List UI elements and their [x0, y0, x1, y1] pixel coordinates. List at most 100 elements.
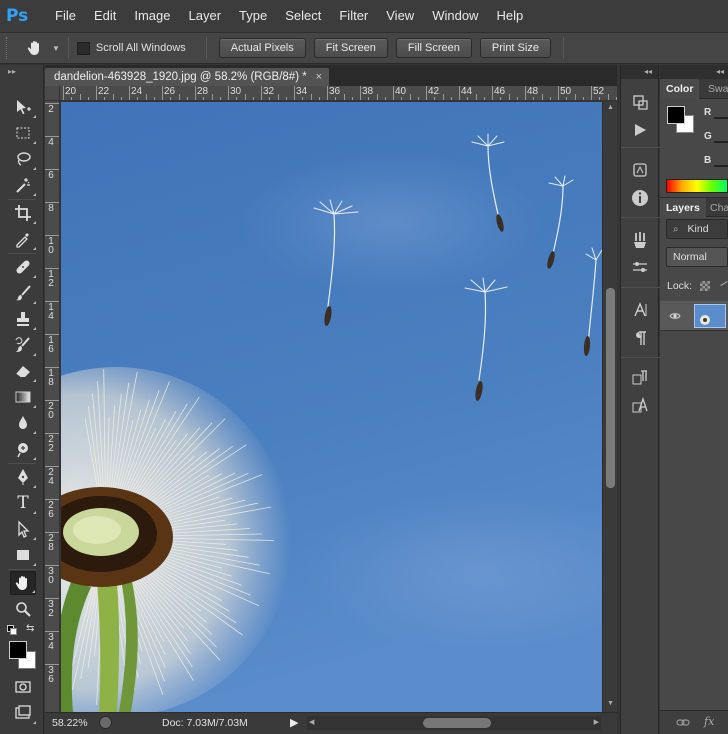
fit-screen-button[interactable]: Fit Screen: [313, 38, 388, 58]
scroll-up-icon[interactable]: ▲: [607, 104, 614, 111]
ruler-label: 4: [48, 137, 54, 148]
search-icon: ⌕: [673, 224, 679, 235]
ruler-tick: [492, 86, 493, 100]
scroll-down-icon[interactable]: ▼: [607, 700, 614, 707]
horizontal-scrollbar[interactable]: ◀ ▶: [307, 716, 601, 730]
ruler-minor-tick: [87, 97, 89, 100]
crop-tool[interactable]: [10, 201, 36, 225]
link-icon[interactable]: [676, 717, 690, 729]
ruler-minor-tick: [343, 94, 345, 100]
menu-file[interactable]: File: [46, 0, 85, 32]
character-panel-button[interactable]: [629, 299, 651, 321]
ruler-label: 36: [48, 665, 54, 685]
blur-tool[interactable]: [10, 411, 36, 435]
adjustments-icon: [633, 163, 647, 177]
menu-select[interactable]: Select: [276, 0, 330, 32]
red-slider[interactable]: [714, 117, 728, 119]
tool-preset-picker[interactable]: [24, 37, 46, 59]
tab-color[interactable]: Color: [660, 79, 700, 99]
quick-mask-button[interactable]: [10, 675, 36, 699]
options-bar-grip[interactable]: [6, 37, 10, 59]
shape-tool[interactable]: [10, 543, 36, 567]
scroll-left-icon[interactable]: ◀: [309, 718, 314, 726]
hand-tool[interactable]: [10, 571, 36, 595]
eraser-tool[interactable]: [10, 359, 36, 383]
pen-tool[interactable]: [10, 465, 36, 489]
fx-icon[interactable]: fx: [704, 715, 714, 728]
character-styles-panel-button[interactable]: [629, 395, 651, 417]
eye-icon[interactable]: [669, 310, 681, 322]
scroll-right-icon[interactable]: ▶: [594, 718, 599, 726]
actions-panel-button[interactable]: [629, 119, 651, 141]
tab-swatches[interactable]: Swa: [702, 79, 728, 99]
menu-help[interactable]: Help: [487, 0, 532, 32]
type-tool[interactable]: T: [10, 491, 36, 515]
close-icon[interactable]: ×: [316, 68, 322, 86]
print-size-button[interactable]: Print Size: [479, 38, 551, 58]
history-brush-tool[interactable]: [10, 333, 36, 357]
zoom-level[interactable]: 58.22%: [52, 717, 88, 729]
default-colors-icon[interactable]: [7, 625, 19, 635]
brush-tool[interactable]: [10, 281, 36, 305]
brush-settings-icon: [633, 262, 647, 272]
menu-image[interactable]: Image: [125, 0, 179, 32]
chevron-down-icon[interactable]: ▼: [52, 44, 60, 53]
tab-layers[interactable]: Layers: [660, 198, 706, 218]
marquee-tool[interactable]: [10, 121, 36, 145]
blend-mode-select[interactable]: Normal: [666, 247, 728, 267]
foreground-color-swatch[interactable]: [9, 641, 27, 659]
zoom-tool[interactable]: [10, 597, 36, 621]
document-tab[interactable]: dandelion-463928_1920.jpg @ 58.2% (RGB/8…: [45, 68, 329, 86]
fill-screen-button[interactable]: Fill Screen: [395, 38, 472, 58]
paragraph-icon: [636, 331, 646, 345]
horizontal-ruler[interactable]: 20 22 24 26 28 30 32 34 36 38 40 42 44 46 48 50 52: [45, 86, 617, 101]
vertical-scroll-thumb[interactable]: [606, 288, 615, 488]
blue-slider[interactable]: [714, 165, 728, 167]
screen-mode-button[interactable]: [10, 701, 36, 725]
paragraph-panel-button[interactable]: [629, 327, 651, 349]
gradient-tool[interactable]: [10, 385, 36, 409]
green-slider[interactable]: [714, 141, 728, 143]
brush-panel-button[interactable]: [629, 257, 651, 279]
path-selection-tool[interactable]: [10, 517, 36, 541]
layer-kind-filter[interactable]: ⌕ Kind: [666, 219, 728, 239]
actual-pixels-button[interactable]: Actual Pixels: [218, 38, 306, 58]
dodge-tool[interactable]: [10, 437, 36, 461]
info-panel-button[interactable]: [629, 187, 651, 209]
layer-row[interactable]: [660, 301, 728, 331]
document-size: Doc: 7.03M/7.03M: [162, 717, 248, 729]
menu-layer[interactable]: Layer: [180, 0, 231, 32]
lasso-tool[interactable]: [10, 147, 36, 171]
document-canvas[interactable]: [61, 102, 602, 712]
menu-type[interactable]: Type: [230, 0, 276, 32]
menu-window[interactable]: Window: [423, 0, 487, 32]
horizontal-scroll-thumb[interactable]: [423, 718, 491, 728]
magic-wand-tool[interactable]: [10, 173, 36, 197]
dock-collapse[interactable]: ◂◂: [660, 65, 728, 79]
healing-brush-tool[interactable]: [10, 255, 36, 279]
history-panel-button[interactable]: [629, 91, 651, 113]
menu-view[interactable]: View: [377, 0, 423, 32]
info-icon: [632, 190, 648, 206]
swap-colors-icon[interactable]: ⇆: [26, 623, 34, 634]
brush-presets-panel-button[interactable]: [629, 229, 651, 251]
menu-filter[interactable]: Filter: [330, 0, 377, 32]
tools-panel-collapse[interactable]: ▸▸: [0, 65, 43, 79]
clone-stamp-tool[interactable]: [10, 307, 36, 331]
dock-collapse[interactable]: ◂◂: [621, 65, 658, 79]
tab-channels[interactable]: Cha: [704, 198, 728, 218]
move-tool[interactable]: [10, 95, 36, 119]
paragraph-styles-panel-button[interactable]: [629, 367, 651, 389]
lock-transparency-icon[interactable]: [700, 281, 710, 291]
lock-pixels-icon[interactable]: [720, 281, 728, 286]
scroll-all-windows-checkbox[interactable]: [76, 41, 90, 55]
ruler-origin[interactable]: [45, 86, 60, 101]
vertical-ruler[interactable]: 24681012141618202224262830323436: [45, 101, 60, 712]
eyedropper-tool[interactable]: [10, 227, 36, 251]
menu-edit[interactable]: Edit: [85, 0, 125, 32]
adjustments-panel-button[interactable]: [629, 159, 651, 181]
color-panel-foreground[interactable]: [667, 106, 685, 124]
vertical-scrollbar[interactable]: ▲ ▼: [602, 102, 617, 712]
color-spectrum[interactable]: [666, 179, 728, 193]
status-menu-arrow-icon[interactable]: ▶: [290, 716, 298, 729]
